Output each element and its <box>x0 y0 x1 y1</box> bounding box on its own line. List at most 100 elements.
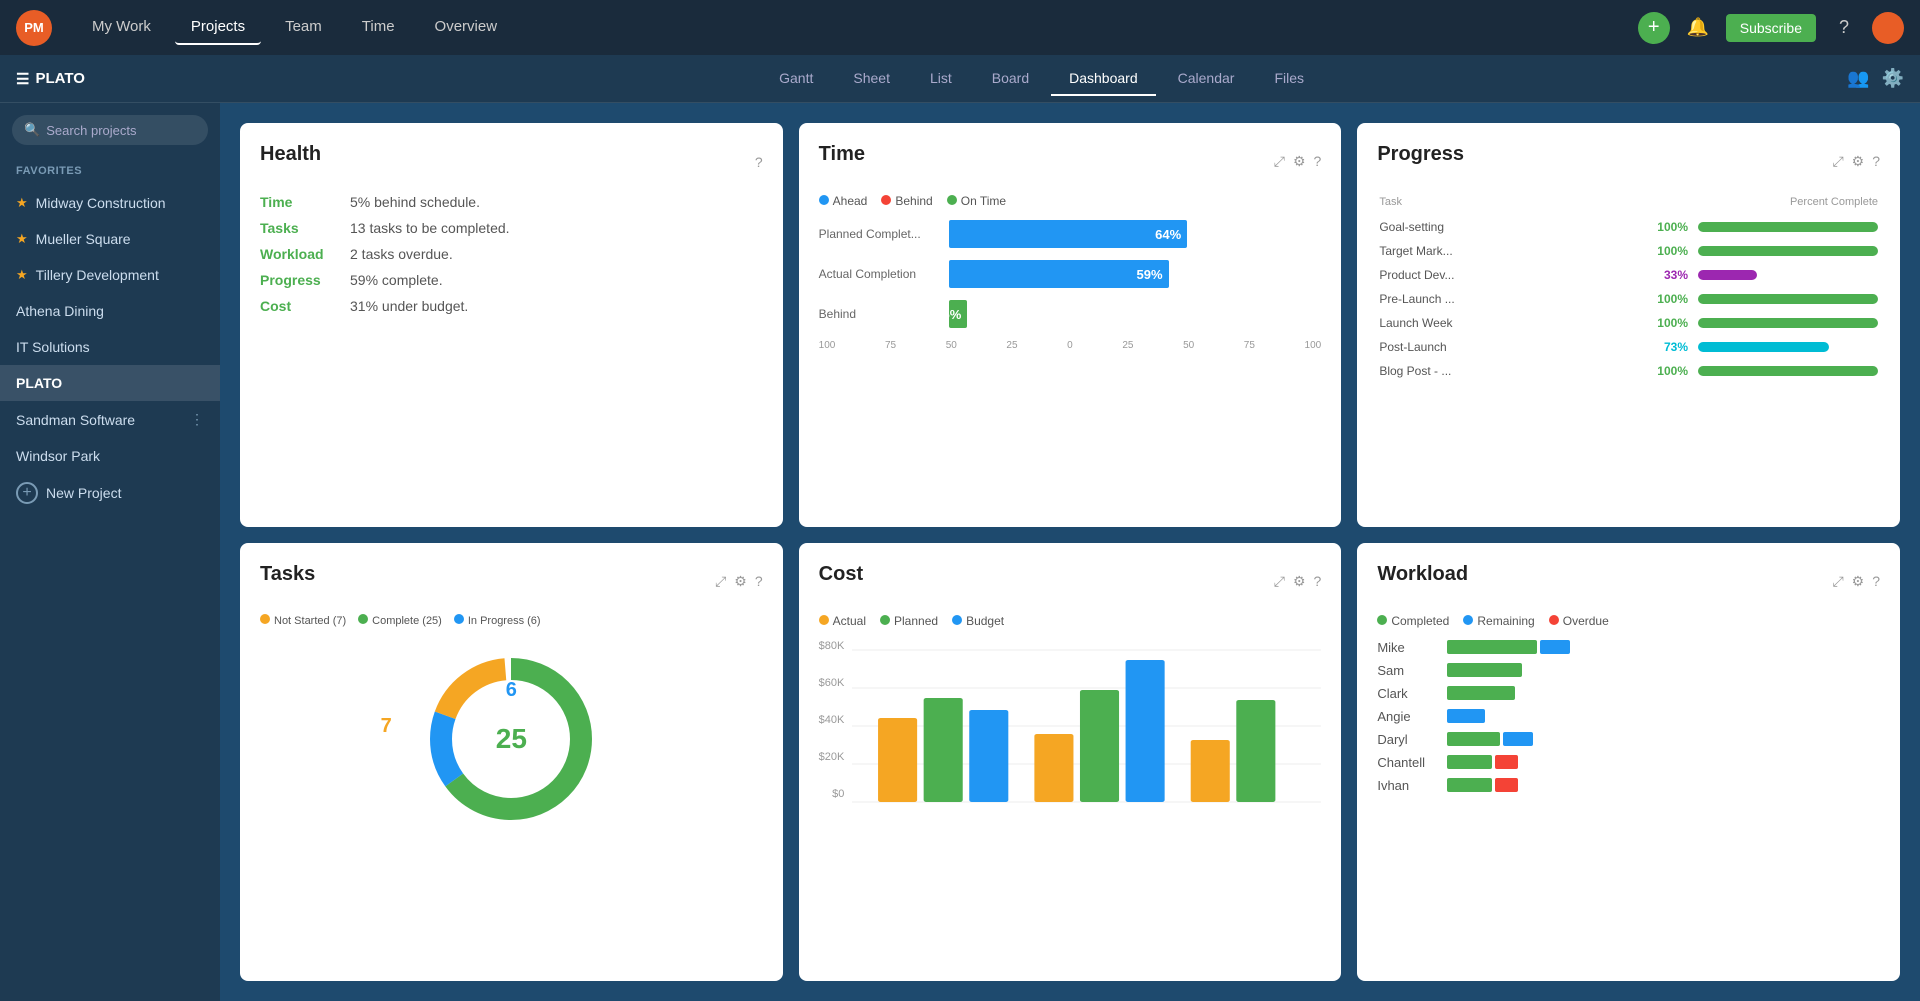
user-avatar[interactable] <box>1872 12 1904 44</box>
expand-icon[interactable]: ⤢ <box>1832 153 1843 170</box>
bar-fill: 5% <box>949 300 968 328</box>
sidebar-item-mueller[interactable]: ★ Mueller Square <box>0 221 220 257</box>
task-name: Product Dev... <box>1379 264 1489 286</box>
search-box[interactable]: 🔍 Search projects <box>12 115 208 145</box>
health-title: Health <box>260 143 321 166</box>
health-label: Cost <box>260 298 350 314</box>
task-label-7: 7 <box>381 715 392 738</box>
tab-gantt[interactable]: Gantt <box>761 62 831 96</box>
tab-files[interactable]: Files <box>1256 62 1322 96</box>
help-icon[interactable]: ? <box>755 573 763 590</box>
workload-name: Mike <box>1377 640 1447 655</box>
bar-container: 64% <box>949 220 1322 248</box>
nav-overview[interactable]: Overview <box>419 10 514 45</box>
sidebar-item-athena[interactable]: Athena Dining <box>0 293 220 329</box>
pct-label: 73% <box>1491 336 1696 358</box>
cost-chart-svg <box>852 640 1321 810</box>
sidebar-item-plato[interactable]: PLATO <box>0 365 220 401</box>
time-title: Time <box>819 143 865 166</box>
progress-bar-cell <box>1698 264 1878 286</box>
settings-icon[interactable]: ⚙ <box>1293 573 1306 590</box>
star-icon: ★ <box>16 267 28 283</box>
app-logo[interactable]: PM <box>16 10 52 46</box>
cost-bars-wrapper <box>852 640 1321 815</box>
settings-icon[interactable]: ⚙ <box>734 573 747 590</box>
help-icon[interactable]: ? <box>1872 153 1880 170</box>
nav-time[interactable]: Time <box>346 10 411 45</box>
settings-icon[interactable]: ⚙️ <box>1882 68 1904 89</box>
workload-bars <box>1447 732 1880 746</box>
workload-controls: ⤢ ⚙ ? <box>1832 573 1880 590</box>
help-icon[interactable]: ? <box>1314 573 1322 590</box>
help-icon[interactable]: ? <box>755 154 763 170</box>
health-row-cost: Cost 31% under budget. <box>260 298 763 314</box>
completed-bar <box>1447 663 1522 677</box>
help-icon[interactable]: ? <box>1828 12 1860 44</box>
legend-planned: Planned <box>880 614 938 628</box>
bar-container: 5% <box>949 300 1322 328</box>
plato-menu[interactable]: ☰ PLATO <box>16 70 236 88</box>
main-layout: 🔍 Search projects Favorites ★ Midway Con… <box>0 103 1920 1001</box>
tab-dashboard[interactable]: Dashboard <box>1051 62 1156 96</box>
expand-icon[interactable]: ⤢ <box>1274 153 1285 170</box>
workload-row: Angie <box>1377 709 1880 724</box>
expand-icon[interactable]: ⤢ <box>1274 573 1285 590</box>
settings-icon[interactable]: ⚙ <box>1852 573 1865 590</box>
subscribe-button[interactable]: Subscribe <box>1726 14 1816 42</box>
tab-sheet[interactable]: Sheet <box>835 62 908 96</box>
tab-board[interactable]: Board <box>974 62 1047 96</box>
bar-label: Behind <box>819 307 949 321</box>
nav-team[interactable]: Team <box>269 10 338 45</box>
legend-not-started: Not Started (7) <box>260 614 346 627</box>
sidebar-item-midway[interactable]: ★ Midway Construction <box>0 185 220 221</box>
completed-bar <box>1447 732 1500 746</box>
expand-icon[interactable]: ⤢ <box>1832 573 1843 590</box>
widget-header: Progress ⤢ ⚙ ? <box>1377 143 1880 180</box>
progress-row: Pre-Launch ... 100% <box>1379 288 1878 310</box>
nav-projects[interactable]: Projects <box>175 10 261 45</box>
nav-my-work[interactable]: My Work <box>76 10 167 45</box>
people-icon[interactable]: 👥 <box>1847 68 1869 89</box>
help-icon[interactable]: ? <box>1872 573 1880 590</box>
health-row-time: Time 5% behind schedule. <box>260 194 763 210</box>
more-icon[interactable]: ⋮ <box>190 411 204 428</box>
axis-labels: 1007550250255075100 <box>819 340 1322 351</box>
sidebar-item-windsor[interactable]: Windsor Park <box>0 438 220 474</box>
health-value: 59% complete. <box>350 272 443 288</box>
widget-header: Cost ⤢ ⚙ ? <box>819 563 1322 600</box>
workload-widget: Workload ⤢ ⚙ ? Completed Remaining Overd… <box>1357 543 1900 982</box>
sidebar-item-tillery[interactable]: ★ Tillery Development <box>0 257 220 293</box>
tasks-widget: Tasks ⤢ ⚙ ? Not Started (7) Complete (25… <box>240 543 783 982</box>
add-icon[interactable]: + <box>1638 12 1670 44</box>
settings-icon[interactable]: ⚙ <box>1293 153 1306 170</box>
sidebar-item-it[interactable]: IT Solutions <box>0 329 220 365</box>
sidebar-item-sandman[interactable]: Sandman Software ⋮ <box>0 401 220 438</box>
progress-bar-cell <box>1698 216 1878 238</box>
bar-row-actual: Actual Completion 59% <box>819 260 1322 288</box>
plus-icon: + <box>16 482 38 504</box>
settings-icon[interactable]: ⚙ <box>1852 153 1865 170</box>
progress-controls: ⤢ ⚙ ? <box>1832 153 1880 170</box>
tab-list[interactable]: List <box>912 62 970 96</box>
cost-widget: Cost ⤢ ⚙ ? Actual Planned Budget $80K $6… <box>799 543 1342 982</box>
sub-nav-right: 👥 ⚙️ <box>1847 68 1904 89</box>
legend-actual: Actual <box>819 614 866 628</box>
health-label: Tasks <box>260 220 350 236</box>
expand-icon[interactable]: ⤢ <box>715 573 726 590</box>
sub-tabs: Gantt Sheet List Board Dashboard Calenda… <box>236 62 1847 96</box>
bell-icon[interactable]: 🔔 <box>1682 12 1714 44</box>
sidebar-item-label: Tillery Development <box>36 267 159 283</box>
bar-fill: 64% <box>949 220 1188 248</box>
help-icon[interactable]: ? <box>1314 153 1322 170</box>
pct-label: 100% <box>1491 312 1696 334</box>
bar-row-planned: Planned Complet... 64% <box>819 220 1322 248</box>
remaining-bar <box>1503 732 1533 746</box>
cost-controls: ⤢ ⚙ ? <box>1274 573 1322 590</box>
legend-ontime: On Time <box>947 194 1006 208</box>
tab-calendar[interactable]: Calendar <box>1160 62 1253 96</box>
new-project-button[interactable]: + New Project <box>16 482 204 504</box>
legend-in-progress: In Progress (6) <box>454 614 541 627</box>
health-label: Workload <box>260 246 350 262</box>
progress-row: Blog Post - ... 100% <box>1379 360 1878 382</box>
legend-remaining: Remaining <box>1463 614 1534 628</box>
